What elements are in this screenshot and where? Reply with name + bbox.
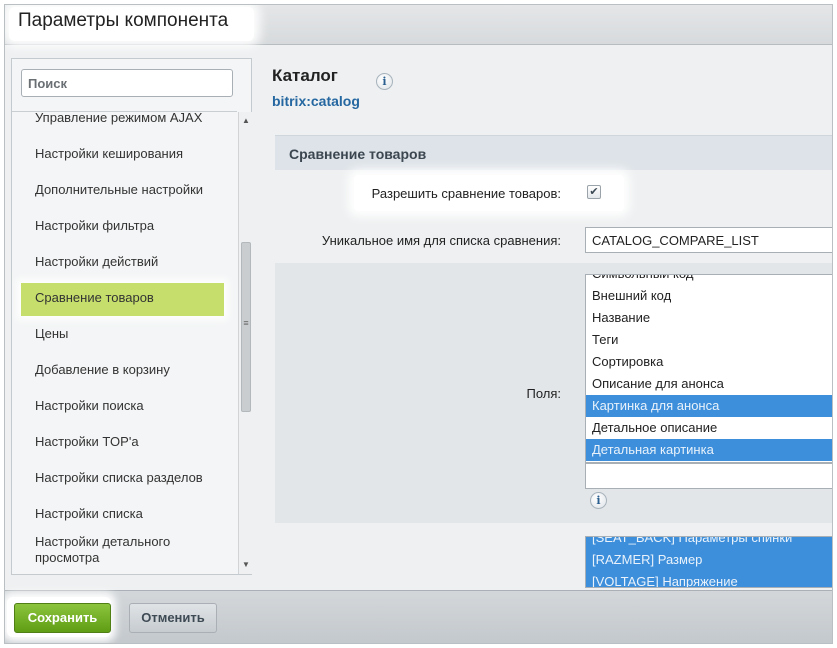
scroll-up-icon[interactable]: ▲ [239, 114, 253, 128]
fields-multiselect[interactable]: Символьный код Внешний код Название Теги… [585, 274, 832, 463]
property-option[interactable]: [SEAT_BACK] Параметры спинки [586, 537, 832, 549]
compare-name-input[interactable] [585, 227, 832, 253]
field-option-selected[interactable]: Детальная картинка [586, 439, 832, 461]
sidebar-scrollbar[interactable]: ▲ ≡ ▼ [238, 112, 252, 574]
sidebar-item-label: Настройки списка [35, 506, 143, 521]
field-option[interactable]: Описание для анонса [586, 373, 832, 395]
component-name: Каталог [272, 66, 338, 85]
sidebar-item-top[interactable]: Настройки TOP'а [12, 424, 237, 460]
sidebar-item-compare[interactable]: Сравнение товаров [12, 280, 237, 316]
sidebar-item-label: Настройки фильтра [35, 218, 155, 233]
sidebar-item-basket[interactable]: Добавление в корзину [12, 352, 237, 388]
properties-multiselect[interactable]: [SEAT_BACK] Параметры спинки [RAZMER] Ра… [585, 536, 832, 588]
sidebar-item-section-list[interactable]: Настройки списка разделов [12, 460, 237, 496]
sidebar-item-search[interactable]: Настройки поиска [12, 388, 237, 424]
sidebar-item-detail[interactable]: Настройки детального просмотра [12, 532, 237, 572]
sidebar-item-filter[interactable]: Настройки фильтра [12, 208, 237, 244]
dialog-title: Параметры компонента [18, 10, 229, 31]
property-option[interactable]: [RAZMER] Размер [586, 549, 832, 571]
sidebar-item-label: Настройки TOP'а [35, 434, 139, 449]
sidebar-item-ajax[interactable]: Управление режимом AJAX [12, 112, 237, 136]
save-button[interactable]: Сохранить [14, 603, 111, 633]
scroll-down-icon[interactable]: ▼ [239, 558, 253, 572]
sidebar-menu: Управление режимом AJAX Настройки кеширо… [12, 112, 237, 574]
sidebar-item-label: Настройки кеширования [35, 146, 184, 161]
sidebar-item-label: Настройки детального просмотра [35, 534, 171, 565]
cancel-button[interactable]: Отменить [129, 603, 217, 633]
sidebar-item-label: Настройки поиска [35, 398, 144, 413]
field-option[interactable]: Сортировка [586, 351, 832, 373]
sidebar: Управление режимом AJAX Настройки кеширо… [11, 58, 252, 575]
field-option[interactable]: Название [586, 307, 832, 329]
field-option[interactable]: Внешний код [586, 285, 832, 307]
sidebar-item-label: Добавление в корзину [35, 362, 170, 377]
allow-compare-label: Разрешить сравнение товаров: [371, 186, 561, 201]
settings-panel: Каталог i bitrix:catalog Сравнение товар… [270, 53, 832, 588]
field-option-selected[interactable]: Картинка для анонса [586, 395, 832, 417]
sidebar-item-list[interactable]: Настройки списка [12, 496, 237, 532]
sidebar-item-prices[interactable]: Цены [12, 316, 237, 352]
fields-label: Поля: [526, 386, 561, 401]
info-icon[interactable]: i [376, 73, 393, 90]
section-header: Сравнение товаров [275, 135, 832, 170]
section-title: Сравнение товаров [289, 146, 427, 162]
sidebar-item-label: Цены [35, 326, 69, 341]
title-bar[interactable]: Параметры компонента [5, 5, 832, 45]
field-option[interactable]: Теги [586, 329, 832, 351]
field-option[interactable]: Символьный код [586, 275, 832, 285]
compare-name-label: Уникальное имя для списка сравнения: [321, 233, 561, 248]
sidebar-item-actions[interactable]: Настройки действий [12, 244, 237, 280]
sidebar-item-label: Настройки действий [35, 254, 159, 269]
sidebar-item-label: Дополнительные настройки [35, 182, 204, 197]
component-code: bitrix:catalog [272, 93, 360, 109]
allow-compare-checkbox[interactable]: ✔ [587, 185, 601, 199]
check-icon: ✔ [589, 186, 599, 198]
field-option[interactable]: Детальное описание [586, 417, 832, 439]
dialog-footer: Сохранить Отменить [5, 590, 832, 643]
sidebar-item-label: Настройки списка разделов [35, 470, 203, 485]
sidebar-item-label: Управление режимом AJAX [35, 112, 203, 125]
property-option[interactable]: [VOLTAGE] Напряжение [586, 571, 832, 587]
component-settings-dialog: Параметры компонента Управление режимом … [4, 4, 833, 644]
search-input[interactable] [21, 69, 233, 97]
grip-icon: ≡ [243, 318, 249, 328]
scroll-thumb[interactable]: ≡ [241, 242, 251, 412]
sidebar-item-cache[interactable]: Настройки кеширования [12, 136, 237, 172]
info-icon[interactable]: i [590, 492, 607, 509]
sidebar-item-label: Сравнение товаров [35, 290, 154, 305]
fields-extra-input[interactable] [585, 463, 832, 489]
sidebar-item-additional[interactable]: Дополнительные настройки [12, 172, 237, 208]
